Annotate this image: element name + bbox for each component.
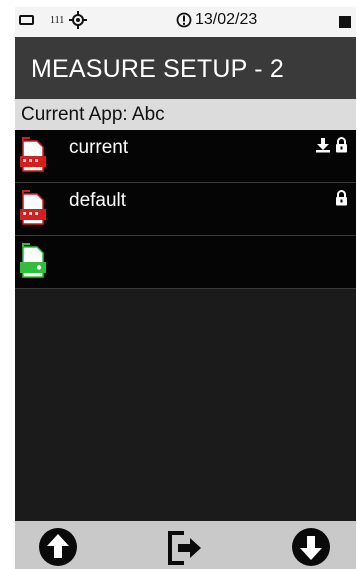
current-app-bar: Current App: Abc bbox=[15, 99, 356, 130]
green-file-icon bbox=[20, 243, 46, 278]
setup-file-list: current default bbox=[15, 130, 356, 289]
lock-icon bbox=[336, 137, 347, 153]
red-file-icon bbox=[20, 190, 46, 225]
page-title: MEASURE SETUP - 2 bbox=[31, 55, 284, 83]
lock-icon bbox=[336, 190, 347, 206]
status-bar: 111 13/02/23 bbox=[15, 7, 356, 37]
channel-label: 111 bbox=[50, 15, 65, 26]
footer-bar bbox=[15, 521, 356, 569]
warning-icon bbox=[176, 12, 192, 28]
battery-icon bbox=[19, 15, 34, 25]
title-bar: MEASURE SETUP - 2 bbox=[15, 37, 356, 99]
stop-icon[interactable] bbox=[339, 16, 351, 28]
status-date: 13/02/23 bbox=[195, 11, 258, 28]
list-item-label: current bbox=[69, 137, 129, 158]
exit-icon[interactable] bbox=[165, 527, 205, 567]
device-screen: 111 13/02/23 MEASURE SETUP - 2 Current A… bbox=[15, 7, 356, 569]
red-file-icon bbox=[20, 137, 46, 172]
arrow-up-icon[interactable] bbox=[38, 527, 78, 567]
current-app-label: Current App: Abc bbox=[21, 104, 165, 125]
list-item-new[interactable] bbox=[15, 236, 356, 289]
gps-target-icon bbox=[69, 11, 87, 29]
list-item-default[interactable]: default bbox=[15, 183, 356, 236]
arrow-down-icon[interactable] bbox=[291, 527, 331, 567]
list-item-current[interactable]: current bbox=[15, 130, 356, 183]
list-item-label: default bbox=[69, 190, 127, 211]
download-icon bbox=[316, 138, 330, 153]
